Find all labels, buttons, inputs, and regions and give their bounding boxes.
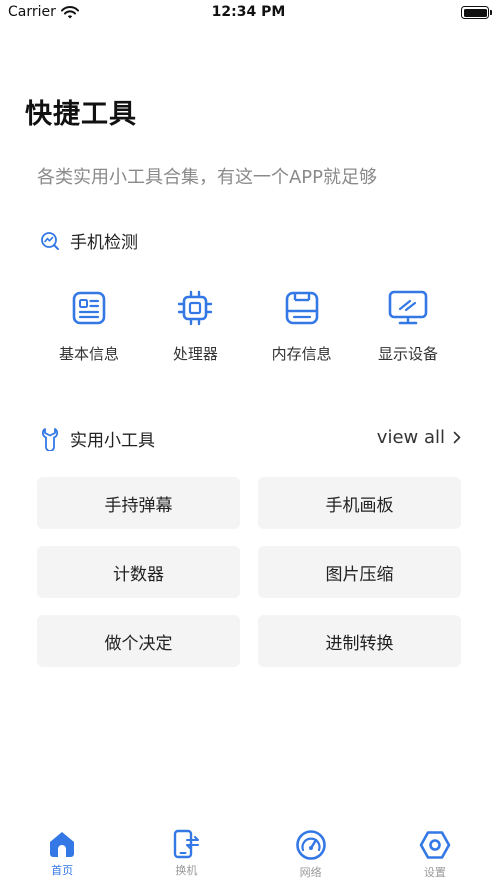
feature-label: 处理器 (172, 345, 218, 363)
tab-home[interactable]: 首页 (0, 825, 124, 883)
phone-check-title: 手机检测 (70, 233, 138, 253)
home-icon (50, 832, 75, 857)
phone-transfer-icon (174, 829, 200, 859)
wrench-icon (41, 427, 59, 451)
info-card-icon (72, 291, 106, 325)
feature-label: 内存信息 (271, 345, 332, 363)
cpu-chip-icon (178, 290, 213, 326)
tab-label: 网络 (299, 866, 322, 879)
tab-switch-phone[interactable]: 换机 (124, 825, 248, 883)
feature-basic-info[interactable]: 基本信息 (36, 290, 142, 364)
tool-button-decision[interactable]: 做个决定 (37, 615, 240, 667)
storage-icon (285, 291, 318, 325)
tab-label: 首页 (51, 864, 74, 877)
chevron-right-icon (453, 431, 461, 444)
feature-label: 基本信息 (58, 345, 119, 363)
tab-network[interactable]: 网络 (249, 825, 373, 883)
tab-bar: 首页 换机 网络 设置 (0, 825, 497, 883)
page-subtitle: 各类实用小工具合集，有这一个APP就足够 (37, 167, 378, 188)
status-time: 12:34 PM (211, 4, 286, 20)
view-all-link[interactable]: view all (377, 427, 461, 448)
tools-grid: 手持弹幕 手机画板 计数器 图片压缩 做个决定 进制转换 (37, 477, 461, 667)
battery-icon (461, 6, 492, 19)
chart-search-icon (41, 231, 59, 250)
speedometer-icon (295, 830, 326, 860)
tool-button-danmaku[interactable]: 手持弹幕 (37, 477, 240, 529)
utilities-header: 实用小工具 (40, 426, 155, 451)
tool-button-base-convert[interactable]: 进制转换 (258, 615, 461, 667)
phone-check-grid: 基本信息 处理器 内存信息 显示设备 (36, 290, 461, 364)
status-bar: Carrier 12:34 PM (0, 0, 497, 26)
tab-label: 设置 (423, 866, 446, 879)
feature-display[interactable]: 显示设备 (355, 290, 461, 364)
feature-processor[interactable]: 处理器 (142, 290, 248, 364)
tool-button-image-compress[interactable]: 图片压缩 (258, 546, 461, 598)
view-all-label: view all (376, 427, 445, 448)
tab-label: 换机 (175, 864, 198, 877)
feature-memory[interactable]: 内存信息 (249, 290, 355, 364)
tool-button-drawing-board[interactable]: 手机画板 (258, 477, 461, 529)
phone-check-header: 手机检测 (40, 228, 138, 253)
settings-hexagon-icon (419, 831, 451, 859)
battery-fill (463, 8, 487, 17)
tab-settings[interactable]: 设置 (373, 825, 497, 883)
page-title: 快捷工具 (25, 99, 137, 130)
monitor-icon (388, 290, 428, 325)
utilities-title: 实用小工具 (70, 431, 155, 451)
feature-label: 显示设备 (377, 345, 438, 363)
tool-button-counter[interactable]: 计数器 (37, 546, 240, 598)
